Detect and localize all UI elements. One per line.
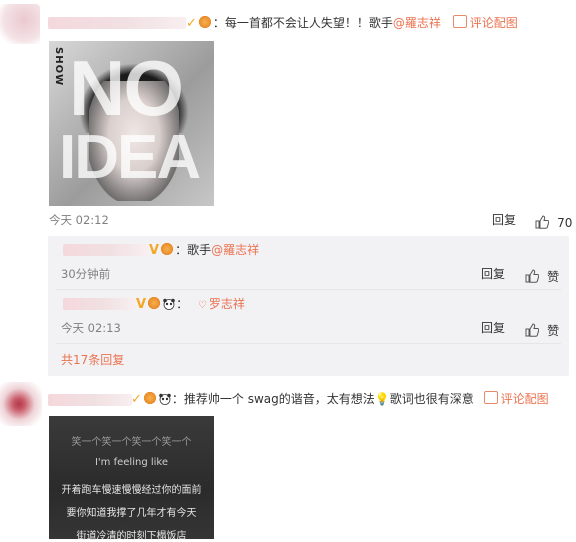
album-big-text: NO xyxy=(69,44,184,132)
like-label: 赞 xyxy=(547,270,560,284)
reply-button[interactable]: 回复 xyxy=(481,266,505,282)
fan-badge-icon xyxy=(146,297,163,309)
avatar[interactable] xyxy=(0,4,40,44)
image-icon xyxy=(483,391,498,404)
reply-divider xyxy=(56,289,561,290)
image-action[interactable]: 评论配图 xyxy=(483,391,549,406)
mention-link[interactable]: @羅志祥 xyxy=(211,243,259,257)
comment-image[interactable]: NO IDEA SHOW xyxy=(49,41,214,206)
lyric-line: 街道冷清的时刻下榻饭店 xyxy=(76,531,187,542)
v-badge-icon: ✓ xyxy=(186,16,197,31)
v-badge-icon: V xyxy=(149,243,160,258)
comment-text: ✓ ：推荐帅一个 swag的谐音，太有想法💡歌词也很有深意 评论配图 xyxy=(131,391,549,408)
reply-time: 今天 02:13 xyxy=(61,321,121,335)
thumbs-up-icon xyxy=(525,269,539,283)
lyric-line: 笑一个笑一个笑一个笑一个 xyxy=(71,437,192,448)
fan-badge-icon xyxy=(196,16,213,28)
reply-username[interactable] xyxy=(63,298,135,310)
like-button[interactable]: 赞 xyxy=(525,266,559,285)
like-button[interactable]: 70 xyxy=(535,212,572,231)
reply-time: 30分钟前 xyxy=(61,267,111,281)
more-replies-link[interactable]: 共17条回复 xyxy=(61,352,124,368)
reply-text: V： ♡ 罗志祥 xyxy=(136,297,245,312)
avatar[interactable] xyxy=(0,382,42,426)
image-icon xyxy=(452,15,467,28)
reply-divider xyxy=(56,343,561,344)
mention-link[interactable]: 罗志祥 xyxy=(209,297,245,311)
reply-button[interactable]: 回复 xyxy=(481,320,505,336)
fan-badge-icon xyxy=(159,243,176,255)
like-button[interactable]: 赞 xyxy=(525,320,559,339)
lyric-line: 开着跑车慢速慢慢经过你的面前 xyxy=(61,485,202,496)
username[interactable] xyxy=(48,394,132,406)
panda-emoji-icon xyxy=(163,298,175,310)
comment-body-suffix: 歌词也很有深意 xyxy=(389,392,474,406)
heart-link-icon: ♡ xyxy=(197,300,207,311)
comment-body: ：推荐帅一个 swag的谐音，太有想法 xyxy=(171,392,375,406)
thumbs-up-icon xyxy=(535,215,549,229)
reply-text: V ：歌手@羅志祥 xyxy=(149,243,260,258)
lyric-line: 要你知道我撑了几年才有今天 xyxy=(66,508,197,519)
album-big-text-2: IDEA xyxy=(59,123,201,192)
like-count: 70 xyxy=(557,216,573,230)
v-badge-icon: ✓ xyxy=(131,392,142,407)
comment-time: 今天 02:12 xyxy=(49,213,109,227)
panda-emoji-icon xyxy=(159,393,171,405)
thumbs-up-icon xyxy=(525,323,539,337)
fan-badge-icon xyxy=(141,392,158,404)
album-side-text: SHOW xyxy=(53,47,64,87)
username[interactable] xyxy=(48,17,186,29)
mention-link[interactable]: @羅志祥 xyxy=(393,16,441,30)
comment-text: ✓ ：每一首都不会让人失望！！歌手@羅志祥 评论配图 xyxy=(186,15,518,32)
comment-body: ：每一首都不会让人失望！！歌手 xyxy=(212,16,393,30)
image-action[interactable]: 评论配图 xyxy=(452,15,518,30)
lyric-line: I'm feeling like xyxy=(94,457,168,468)
lightbulb-emoji-icon: 💡 xyxy=(374,392,390,406)
reply-button[interactable]: 回复 xyxy=(492,212,516,228)
reply-username[interactable] xyxy=(63,244,148,256)
v-badge-icon: V xyxy=(136,297,147,312)
like-label: 赞 xyxy=(547,324,560,338)
comment-image[interactable]: 笑一个笑一个笑一个笑一个 I'm feeling like 开着跑车慢速慢慢经过… xyxy=(49,416,214,542)
